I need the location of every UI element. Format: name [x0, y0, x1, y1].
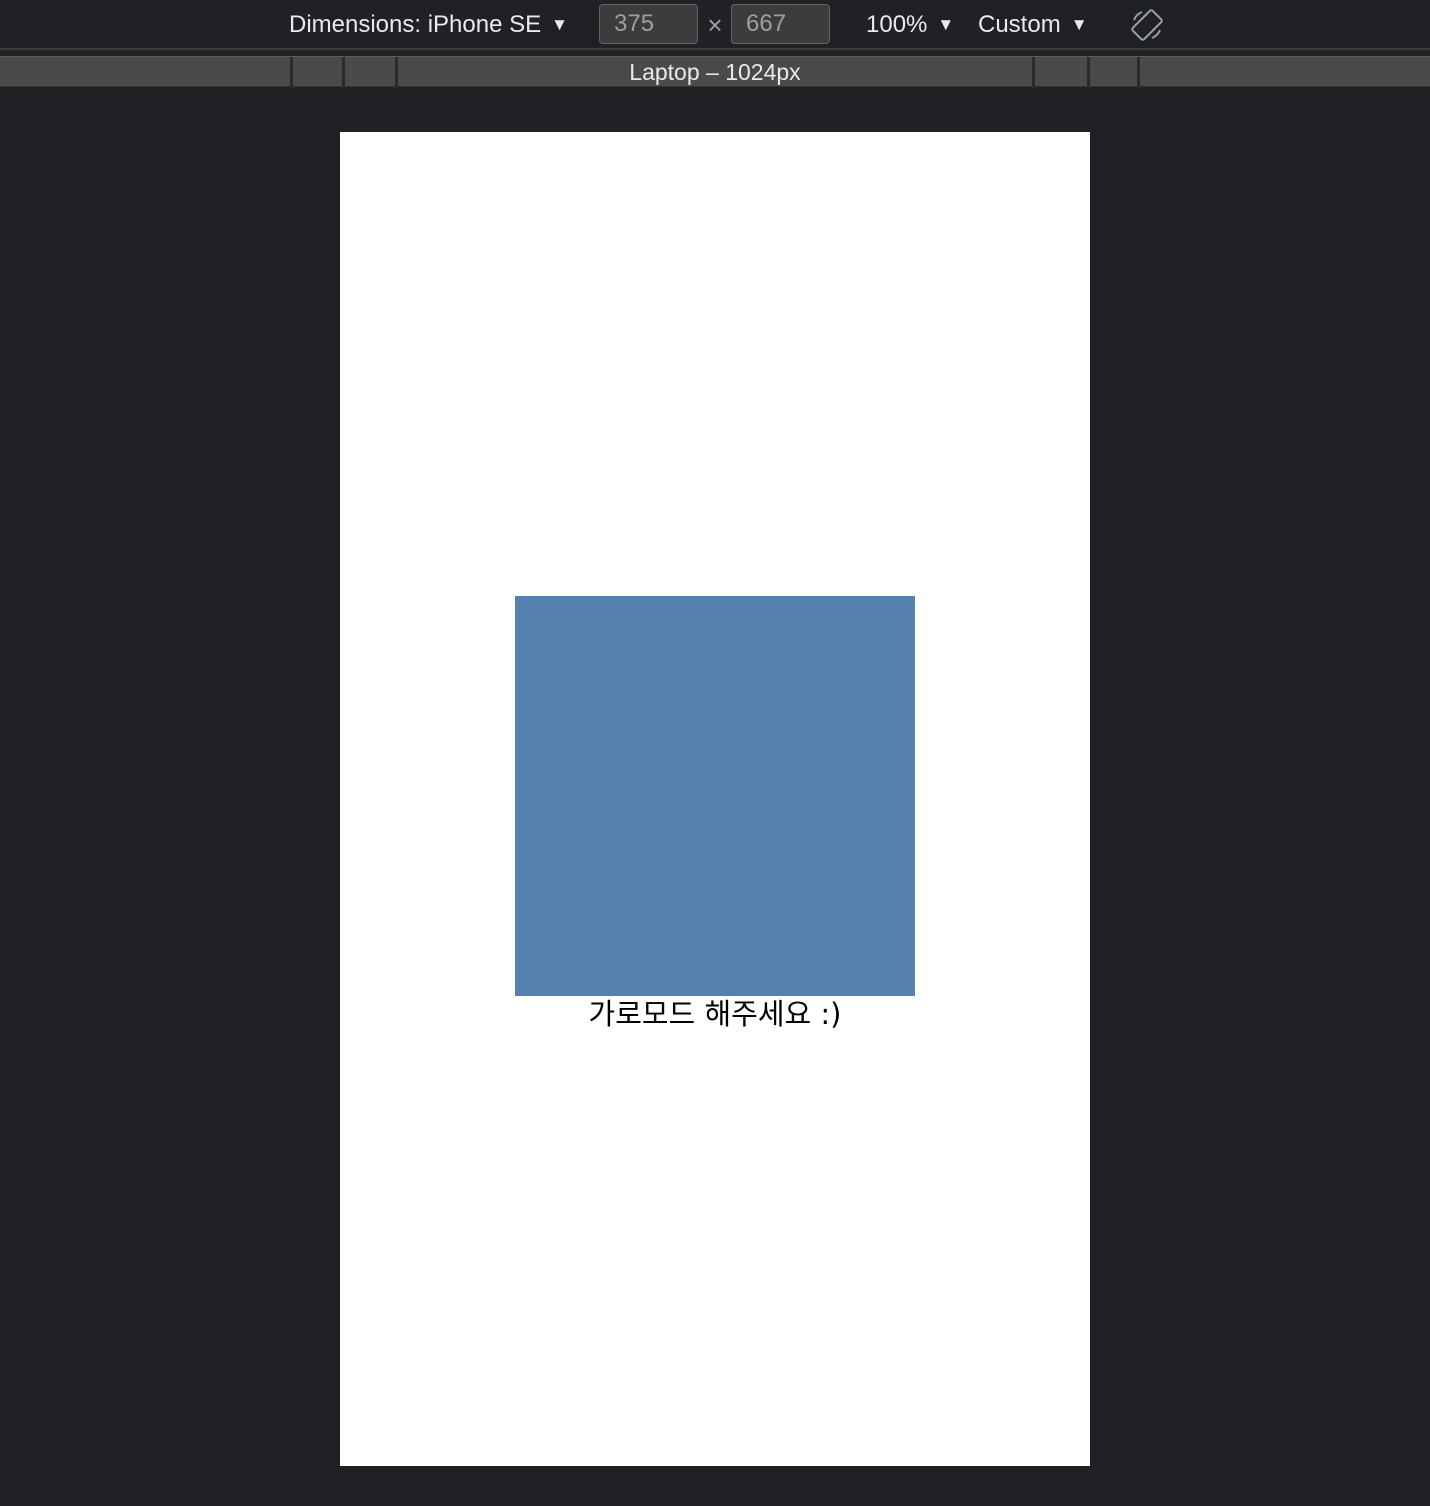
- device-toolbar: Dimensions: iPhone SE ▼ 375 × 667 100% ▼…: [0, 0, 1430, 50]
- zoom-label: 100%: [866, 11, 928, 38]
- rotate-icon[interactable]: [1130, 8, 1164, 42]
- media-query-segment[interactable]: [342, 57, 398, 88]
- chevron-down-icon: ▼: [551, 15, 568, 34]
- media-query-segment[interactable]: [1137, 57, 1430, 88]
- height-input[interactable]: 667: [731, 4, 830, 44]
- throttle-label: Custom: [978, 11, 1061, 38]
- device-viewport[interactable]: 가로모드 해주세요 :): [340, 132, 1090, 1466]
- blue-box: [515, 596, 915, 996]
- times-symbol: ×: [707, 9, 723, 40]
- throttle-dropdown[interactable]: Custom ▼: [978, 0, 1088, 50]
- device-label: Dimensions: iPhone SE: [289, 11, 542, 38]
- zoom-dropdown[interactable]: 100% ▼: [866, 0, 954, 50]
- media-query-segment[interactable]: [290, 57, 343, 88]
- landscape-message: 가로모드 해주세요 :): [588, 997, 842, 1031]
- device-dropdown[interactable]: Dimensions: iPhone SE ▼: [289, 0, 568, 50]
- chevron-down-icon: ▼: [1070, 15, 1088, 34]
- media-query-label: Laptop – 1024px: [629, 59, 801, 85]
- media-query-segment[interactable]: [1032, 57, 1088, 88]
- chevron-down-icon: ▼: [937, 15, 955, 34]
- width-input[interactable]: 375: [599, 4, 698, 44]
- media-query-bar: Laptop – 1024px: [0, 56, 1430, 88]
- media-query-segment[interactable]: [1087, 57, 1140, 88]
